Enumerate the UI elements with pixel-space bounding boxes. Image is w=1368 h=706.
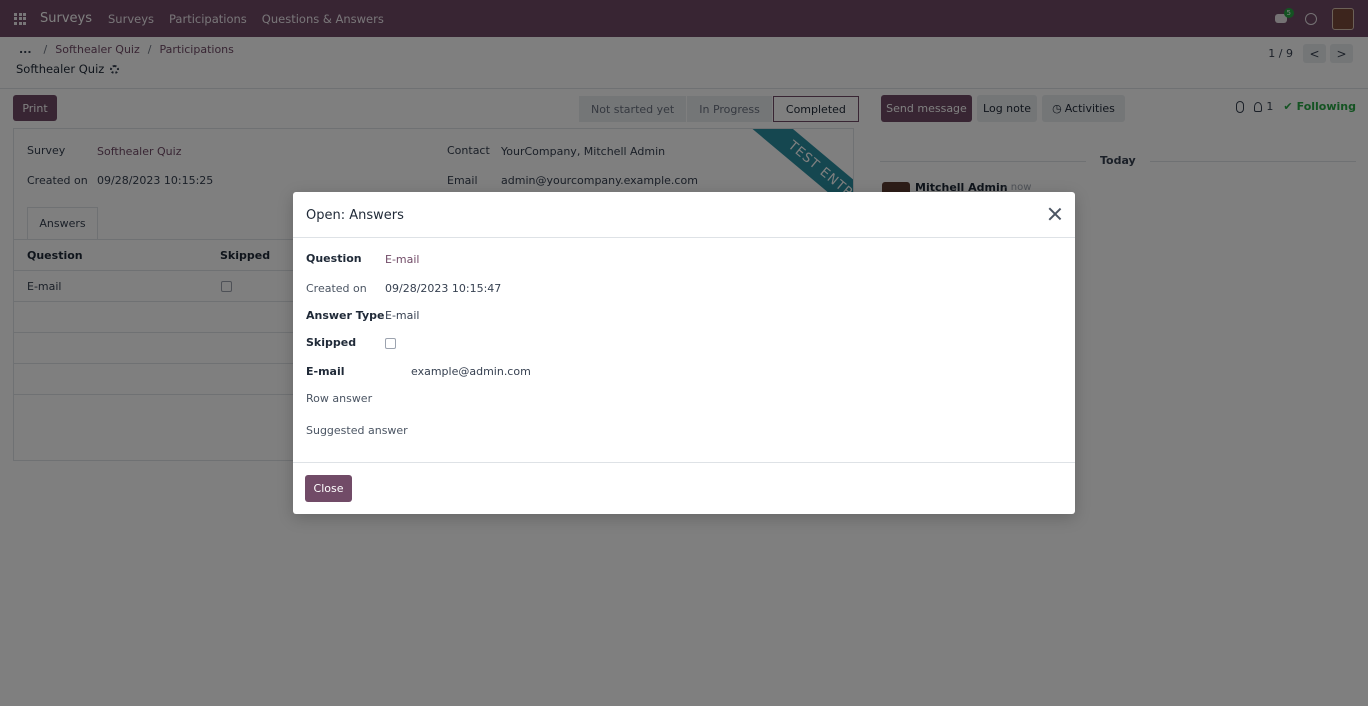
answers-dialog: Open: Answers Question E-mail Created on… bbox=[293, 192, 1075, 514]
created-on-label: Created on bbox=[306, 282, 367, 295]
close-icon[interactable] bbox=[1047, 206, 1063, 222]
email-value: example@admin.com bbox=[411, 365, 531, 378]
close-button[interactable]: Close bbox=[305, 475, 352, 502]
suggested-answer-label: Suggested answer bbox=[306, 424, 408, 437]
dialog-title: Open: Answers bbox=[306, 208, 404, 223]
created-on-value: 09/28/2023 10:15:47 bbox=[385, 282, 502, 295]
question-value[interactable]: E-mail bbox=[385, 253, 420, 266]
question-label: Question bbox=[306, 252, 362, 265]
answer-type-label: Answer Type bbox=[306, 309, 385, 322]
row-answer-label: Row answer bbox=[306, 392, 373, 405]
skipped-checkbox bbox=[385, 338, 396, 349]
skipped-label: Skipped bbox=[306, 336, 357, 349]
dialog-footer: Close bbox=[293, 462, 1075, 514]
email-label: E-mail bbox=[306, 365, 345, 378]
answer-type-value: E-mail bbox=[385, 309, 420, 322]
dialog-header: Open: Answers bbox=[293, 192, 1075, 238]
